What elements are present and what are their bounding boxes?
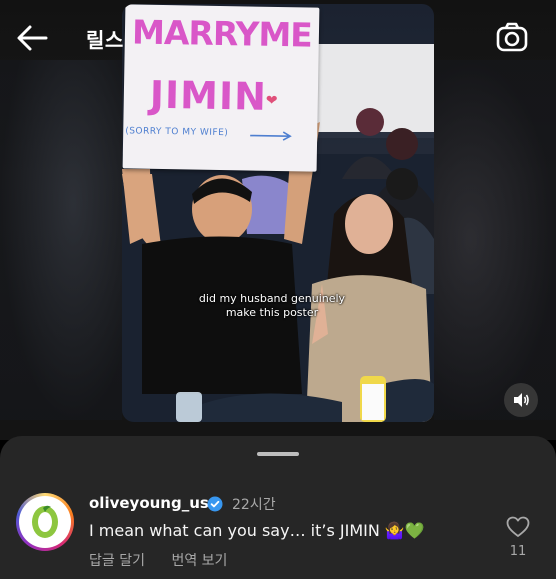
speaker-icon (514, 393, 529, 407)
video-caption: did my husband genuinely make this poste… (198, 292, 346, 319)
camera-button[interactable] (494, 20, 530, 56)
comment-text: I mean what can you say… it’s JIMIN 🤷‍♀️… (89, 521, 425, 540)
brand-logo-icon (25, 502, 65, 542)
verified-badge-icon (207, 496, 223, 512)
volume-button[interactable] (504, 383, 538, 417)
blurred-background-left (0, 60, 122, 420)
blurred-background-right (434, 60, 556, 420)
arrow-left-icon (17, 25, 48, 51)
comment-actions: 답글 달기 번역 보기 (89, 550, 227, 570)
page-title: 릴스 (86, 28, 124, 52)
sheet-drag-handle[interactable] (257, 452, 299, 456)
like-button[interactable] (506, 516, 530, 538)
avatar-image (19, 496, 71, 548)
comment-username[interactable]: oliveyoung_us (89, 494, 209, 512)
comments-sheet: oliveyoung_us 22시간 I mean what can you s… (0, 436, 556, 579)
sign-note: (SORRY TO MY WIFE) (125, 126, 229, 139)
camera-icon (496, 22, 528, 52)
translate-button[interactable]: 번역 보기 (171, 553, 227, 569)
like-count: 11 (509, 544, 527, 559)
back-button[interactable] (14, 22, 50, 54)
avatar[interactable] (16, 493, 74, 551)
arrow-right-doodle-icon (250, 131, 292, 141)
top-bar: 릴스 (0, 0, 556, 80)
heart-icon (506, 516, 530, 537)
reply-button[interactable]: 답글 달기 (89, 553, 145, 569)
heart-doodle-icon: ❤ (265, 92, 278, 109)
comment-time: 22시간 (232, 497, 276, 513)
